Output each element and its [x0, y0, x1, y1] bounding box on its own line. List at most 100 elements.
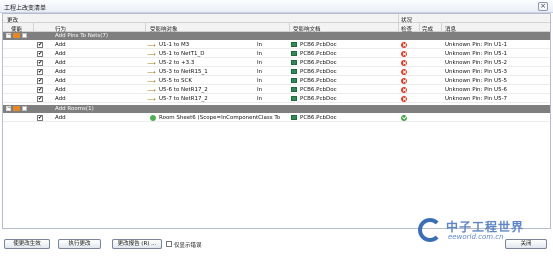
row-object: U5-2 to +3.3: [159, 60, 195, 66]
row-action: Add: [55, 115, 66, 121]
pcb-document-icon: [291, 87, 297, 92]
enable-checkbox[interactable]: ✔: [37, 96, 43, 102]
pcb-document-icon: [291, 78, 297, 83]
enable-checkbox[interactable]: ✔: [37, 115, 43, 121]
col-separator: [419, 23, 420, 32]
row-object: U5-6 to NetR17_2: [159, 87, 208, 93]
row-message: Unknown Pin: Pin U5-2: [445, 60, 508, 66]
row-prep: In: [257, 51, 263, 57]
folder-icon: [13, 33, 20, 38]
grid-header-columns: 使能 行为 受影响对象 受影响文档 检查 完成 消息: [3, 23, 550, 33]
row-object: U5-3 to NetR15_1: [159, 69, 208, 75]
row-document: PCB6.PcbDoc: [300, 96, 337, 102]
row-prep: In: [257, 42, 263, 48]
errors-only-checkbox[interactable]: [166, 241, 172, 247]
pcb-document-icon: [291, 96, 297, 101]
table-row[interactable]: ✔ Add ⟶ U5-2 to +3.3 In PCB6.PcbDoc Unkn…: [3, 59, 550, 67]
enable-checkbox[interactable]: ✔: [37, 78, 43, 84]
window-title: 工程上改变清单: [4, 5, 47, 12]
net-arrow-icon: ⟶: [147, 69, 156, 76]
execute-changes-button[interactable]: 执行更改: [58, 239, 101, 249]
table-row[interactable]: ✔ Add ⟶ U5-1 to NetT1_D In PCB6.PcbDoc U…: [3, 50, 550, 58]
group-label: Add Pins To Nets(7): [55, 33, 109, 39]
pcb-document-icon: [291, 69, 297, 74]
row-message: Unknown Pin: Pin U5-5: [445, 78, 508, 84]
col-separator: [398, 23, 399, 32]
row-message: Unknown Pin: Pin U5-7: [445, 96, 508, 102]
pcb-document-icon: [291, 42, 297, 47]
error-icon: [401, 50, 407, 57]
errors-only-label[interactable]: 仅显示错误: [174, 241, 202, 249]
row-document: PCB6.PcbDoc: [300, 87, 337, 93]
group-row-add-rooms[interactable]: − Add Rooms(1): [3, 105, 550, 113]
pcb-document-icon: [291, 60, 297, 65]
row-document: PCB6.PcbDoc: [300, 115, 337, 121]
group-enable-checkbox[interactable]: [22, 33, 27, 38]
table-row[interactable]: ✔ Add ⟶ U5-6 to NetR17_2 In PCB6.PcbDoc …: [3, 86, 550, 94]
enable-checkbox[interactable]: ✔: [37, 69, 43, 75]
row-document: PCB6.PcbDoc: [300, 78, 337, 84]
row-document: PCB6.PcbDoc: [300, 69, 337, 75]
net-arrow-icon: ⟶: [147, 78, 156, 85]
row-prep: In: [257, 78, 263, 84]
error-icon: [401, 59, 407, 66]
table-row[interactable]: ✔ Add ⟶ U5-7 to NetR17_2 In PCB6.PcbDoc …: [3, 95, 550, 103]
row-document: PCB6.PcbDoc: [300, 51, 337, 57]
grid-header-groups: 更改 状况: [3, 14, 550, 24]
row-document: PCB6.PcbDoc: [300, 42, 337, 48]
header-separator: [398, 14, 399, 23]
row-message: Unknown Pin: Pin U5-1: [445, 51, 508, 57]
table-row[interactable]: ✔ Add ⟶ U5-5 to SCK In PCB6.PcbDoc Unkno…: [3, 77, 550, 85]
validate-changes-button[interactable]: 使更改生效: [4, 239, 50, 249]
row-object: U1-1 to M3: [159, 42, 190, 48]
row-action: Add: [55, 78, 66, 84]
watermark-logo-icon: [418, 218, 442, 242]
net-arrow-icon: ⟶: [147, 96, 156, 103]
window-titlebar: 工程上改变清单 ×: [0, 0, 553, 13]
row-message: Unknown Pin: Pin U5-3: [445, 69, 508, 75]
row-action: Add: [55, 42, 66, 48]
row-object: Room Sheet6 (Scope=InComponentClass To: [159, 115, 281, 121]
row-action: Add: [55, 69, 66, 75]
table-row[interactable]: ✔ Add Room Sheet6 (Scope=InComponentClas…: [3, 114, 550, 122]
enable-checkbox[interactable]: ✔: [37, 60, 43, 66]
pcb-document-icon: [291, 115, 297, 120]
collapse-toggle-icon[interactable]: −: [6, 33, 11, 38]
eeworld-watermark-logo: 中子工程世界 eeworld.com.cn: [418, 216, 546, 246]
collapse-toggle-icon[interactable]: −: [6, 106, 11, 111]
enable-checkbox[interactable]: ✔: [37, 87, 43, 93]
error-icon: [401, 95, 407, 102]
net-arrow-icon: ⟶: [147, 51, 156, 58]
row-object: U5-5 to SCK: [159, 78, 192, 84]
error-icon: [401, 86, 407, 93]
net-arrow-icon: ⟶: [147, 42, 156, 49]
row-prep: In: [257, 87, 263, 93]
group-row-add-pins[interactable]: − Add Pins To Nets(7): [3, 32, 550, 40]
col-separator: [289, 23, 290, 32]
folder-icon: [13, 106, 20, 111]
report-changes-button[interactable]: 更改报告 (R) ...: [112, 239, 162, 249]
error-icon: [401, 68, 407, 75]
room-icon: [150, 114, 156, 121]
row-object: U5-7 to NetR17_2: [159, 96, 208, 102]
pcb-document-icon: [291, 51, 297, 56]
changes-grid: 更改 状况 使能 行为 受影响对象 受影响文档 检查 完成 消息 − Add P…: [2, 13, 551, 229]
error-icon: [401, 77, 407, 84]
table-row[interactable]: ✔ Add ⟶ U5-3 to NetR15_1 In PCB6.PcbDoc …: [3, 68, 550, 76]
col-separator: [441, 23, 442, 32]
enable-checkbox[interactable]: ✔: [37, 42, 43, 48]
row-action: Add: [55, 51, 66, 57]
net-arrow-icon: ⟶: [147, 87, 156, 94]
window-close-button[interactable]: ×: [538, 2, 548, 11]
enable-checkbox[interactable]: ✔: [37, 51, 43, 57]
group-label: Add Rooms(1): [55, 106, 94, 112]
col-separator: [145, 23, 146, 32]
group-enable-checkbox[interactable]: [22, 106, 27, 111]
table-row[interactable]: ✔ Add ⟶ U1-1 to M3 In PCB6.PcbDoc Unknow…: [3, 41, 550, 49]
error-icon: [401, 41, 407, 48]
row-message: Unknown Pin: Pin U1-1: [445, 42, 508, 48]
row-object: U5-1 to NetT1_D: [159, 51, 205, 57]
row-document: PCB6.PcbDoc: [300, 60, 337, 66]
row-message: Unknown Pin: Pin U5-6: [445, 87, 508, 93]
row-prep: In: [257, 69, 263, 75]
